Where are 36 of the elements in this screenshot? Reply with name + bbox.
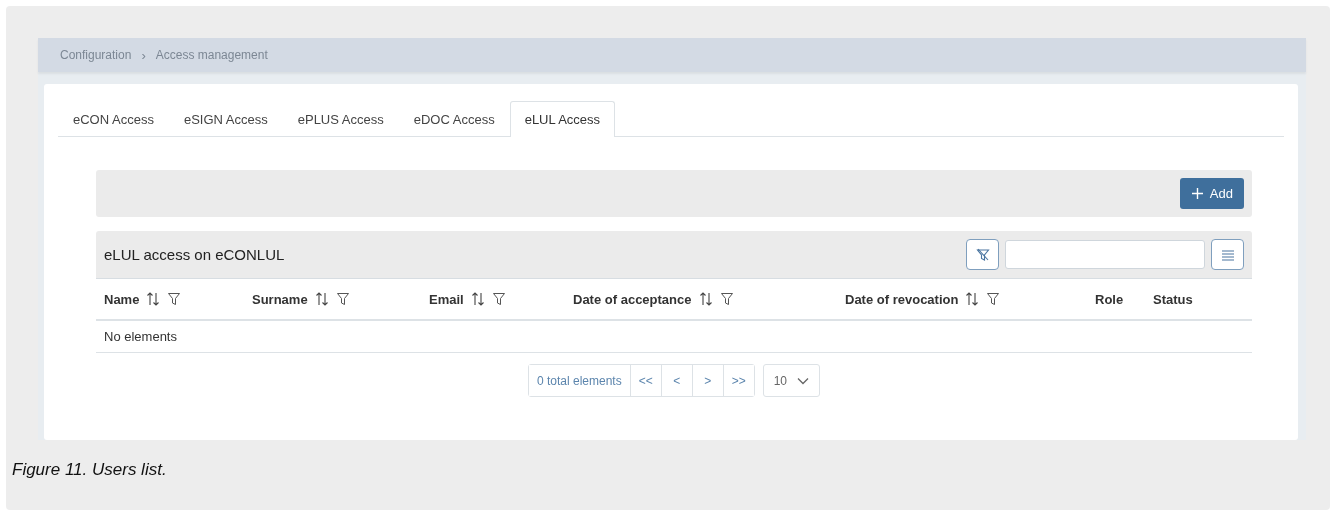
tab[interactable]: eCON Access [58, 101, 169, 137]
filter-icon[interactable] [986, 292, 1001, 306]
tab[interactable]: eSIGN Access [168, 101, 283, 137]
column-header[interactable]: Date of acceptance [573, 291, 692, 307]
last-page-button[interactable]: >> [722, 365, 754, 396]
tab[interactable]: eDOC Access [398, 101, 510, 137]
sort-icon[interactable] [698, 292, 713, 306]
menu-icon [1220, 248, 1235, 261]
breadcrumb-separator: › [141, 47, 146, 63]
empty-message: No elements [104, 329, 177, 344]
column-header[interactable]: Email [429, 291, 464, 307]
clear-filter-button[interactable] [966, 239, 999, 270]
table-title: eLUL access on eCONLUL [104, 246, 285, 263]
sort-icon[interactable] [470, 292, 485, 306]
figure-caption: Figure 11. Users list. [12, 460, 168, 480]
add-button[interactable]: Add [1179, 178, 1244, 209]
filter-icon[interactable] [719, 292, 734, 306]
tab[interactable]: eLUL Access [509, 101, 616, 137]
sort-icon[interactable] [146, 292, 161, 306]
search-field[interactable] [1005, 240, 1205, 269]
sort-icon[interactable] [314, 292, 329, 306]
filter-icon[interactable] [167, 292, 182, 306]
filter-clear-icon [975, 247, 990, 262]
chevron-down-icon [797, 376, 810, 385]
tab[interactable]: ePLUS Access [282, 101, 399, 137]
sort-icon[interactable] [965, 292, 980, 306]
menu-button[interactable] [1211, 239, 1244, 270]
plus-icon [1190, 187, 1204, 200]
column-header[interactable]: Role [1095, 291, 1124, 307]
column-header[interactable]: Status [1153, 291, 1193, 307]
filter-icon[interactable] [335, 292, 350, 306]
filter-icon[interactable] [491, 292, 506, 306]
page-size-dropdown[interactable]: 10 [762, 364, 821, 397]
column-header[interactable]: Name [104, 291, 140, 307]
column-header[interactable]: Surname [252, 291, 308, 307]
column-header[interactable]: Date of revocation [845, 291, 959, 307]
